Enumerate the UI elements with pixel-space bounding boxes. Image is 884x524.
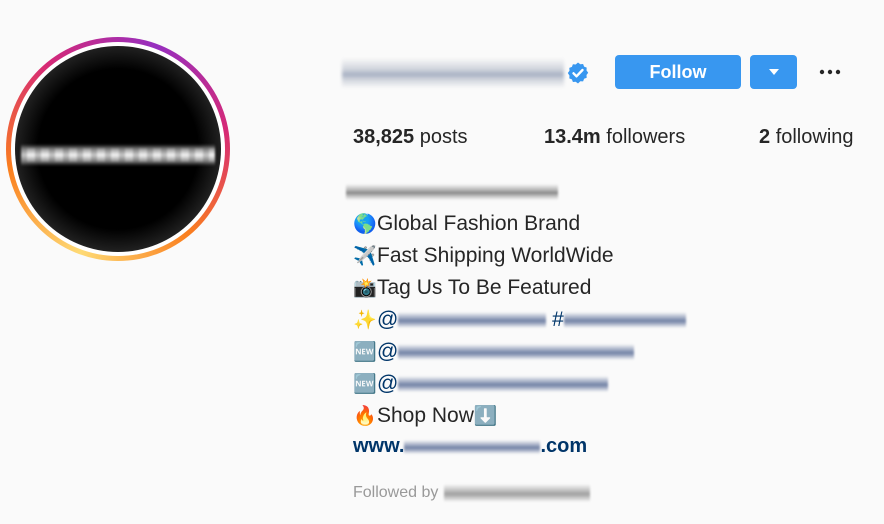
posts-label: posts [419, 126, 468, 148]
suggested-accounts-dropdown-button[interactable] [750, 55, 797, 89]
bio-line-4: ✨@ # [353, 306, 686, 334]
website-link[interactable]: www. .com [353, 435, 587, 458]
bio-line-text: Fast Shipping WorldWide [377, 244, 614, 267]
fire-icon: 🔥 [353, 405, 377, 427]
bio-line-7: 🔥Shop Now⬇️ [353, 402, 498, 430]
followers-count: 13.4m [544, 126, 601, 148]
bio-line-2: ✈️Fast Shipping WorldWide [353, 242, 614, 270]
avatar[interactable] [15, 46, 221, 252]
full-name-redacted [346, 184, 558, 200]
redacted-handle [398, 376, 609, 393]
airplane-icon: ✈️ [353, 245, 377, 267]
bio-line-text: Global Fashion Brand [377, 212, 581, 235]
follow-button[interactable]: Follow [615, 55, 741, 89]
globe-icon: 🌎 [353, 213, 377, 235]
camera-flash-icon: 📸 [353, 277, 377, 299]
bio-line-3: 📸Tag Us To Be Featured [353, 274, 591, 302]
following-label: following [775, 126, 854, 148]
more-options-button[interactable] [814, 60, 846, 84]
story-ring[interactable] [6, 37, 230, 261]
website-prefix: www. [353, 435, 405, 457]
ellipsis-icon [819, 69, 841, 75]
mention-link[interactable]: @ [377, 372, 609, 395]
caret-down-icon [768, 69, 779, 75]
redacted-handle [398, 344, 635, 361]
username-redacted [342, 58, 564, 88]
following-stat[interactable]: 2 following [759, 126, 854, 149]
bio-line-text: Shop Now [377, 404, 474, 427]
down-arrow-icon: ⬇️ [473, 405, 498, 427]
redacted-followers[interactable] [444, 484, 591, 502]
redacted-domain [404, 439, 541, 454]
followed-by: Followed by [353, 484, 591, 502]
avatar-ring-gap [11, 42, 225, 256]
mention-link[interactable]: @ [377, 308, 547, 331]
sparkles-icon: ✨ [353, 309, 377, 331]
new-badge-icon: 🆕 [353, 341, 377, 363]
redacted-hashtag [563, 312, 686, 329]
hashtag-link[interactable]: # [552, 308, 686, 331]
followers-label: followers [606, 126, 686, 148]
bio-line-text: Tag Us To Be Featured [377, 276, 592, 299]
bio-line-6: 🆕@ [353, 370, 609, 398]
posts-count: 38,825 [353, 126, 415, 148]
following-count: 2 [759, 126, 771, 148]
mention-link[interactable]: @ [377, 340, 635, 363]
new-badge-icon: 🆕 [353, 373, 377, 395]
bio-line-5: 🆕@ [353, 338, 635, 366]
bio-line-1: 🌎Global Fashion Brand [353, 210, 580, 238]
posts-stat: 38,825 posts [353, 126, 468, 149]
redacted-handle [398, 312, 547, 329]
followers-stat[interactable]: 13.4m followers [544, 126, 685, 149]
profile-header: Follow 38,825 posts 13.4m followers 2 fo… [0, 0, 884, 524]
verified-badge-icon [567, 62, 589, 84]
avatar-blurred-logo [21, 144, 215, 166]
followed-by-label: Followed by [353, 484, 439, 502]
website-suffix: .com [540, 435, 588, 457]
